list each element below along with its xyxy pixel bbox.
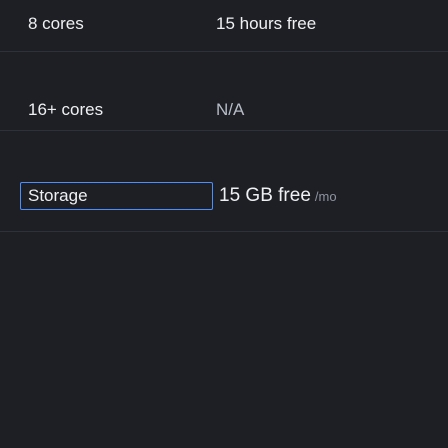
storage-value-suffix: /mo xyxy=(314,189,337,204)
row-divider xyxy=(0,51,448,52)
row-label: 16+ cores xyxy=(28,100,104,119)
table-row: 8 cores 15 hours free xyxy=(0,0,448,52)
row-value: 15 hours free xyxy=(216,14,317,33)
pricing-table: 8 cores 15 hours free 16+ cores N/A Stor… xyxy=(0,0,448,448)
storage-value: 15 GB free/mo xyxy=(219,186,337,207)
storage-value-text: 15 GB free xyxy=(219,185,311,206)
storage-label[interactable]: Storage xyxy=(28,186,88,206)
table-row-storage: Storage 15 GB free/mo xyxy=(0,166,448,232)
row-label: 8 cores xyxy=(28,14,84,33)
row-value: N/A xyxy=(216,100,245,119)
row-divider xyxy=(0,130,448,131)
empty-area xyxy=(0,232,448,448)
table-row: 16+ cores N/A xyxy=(0,79,448,131)
